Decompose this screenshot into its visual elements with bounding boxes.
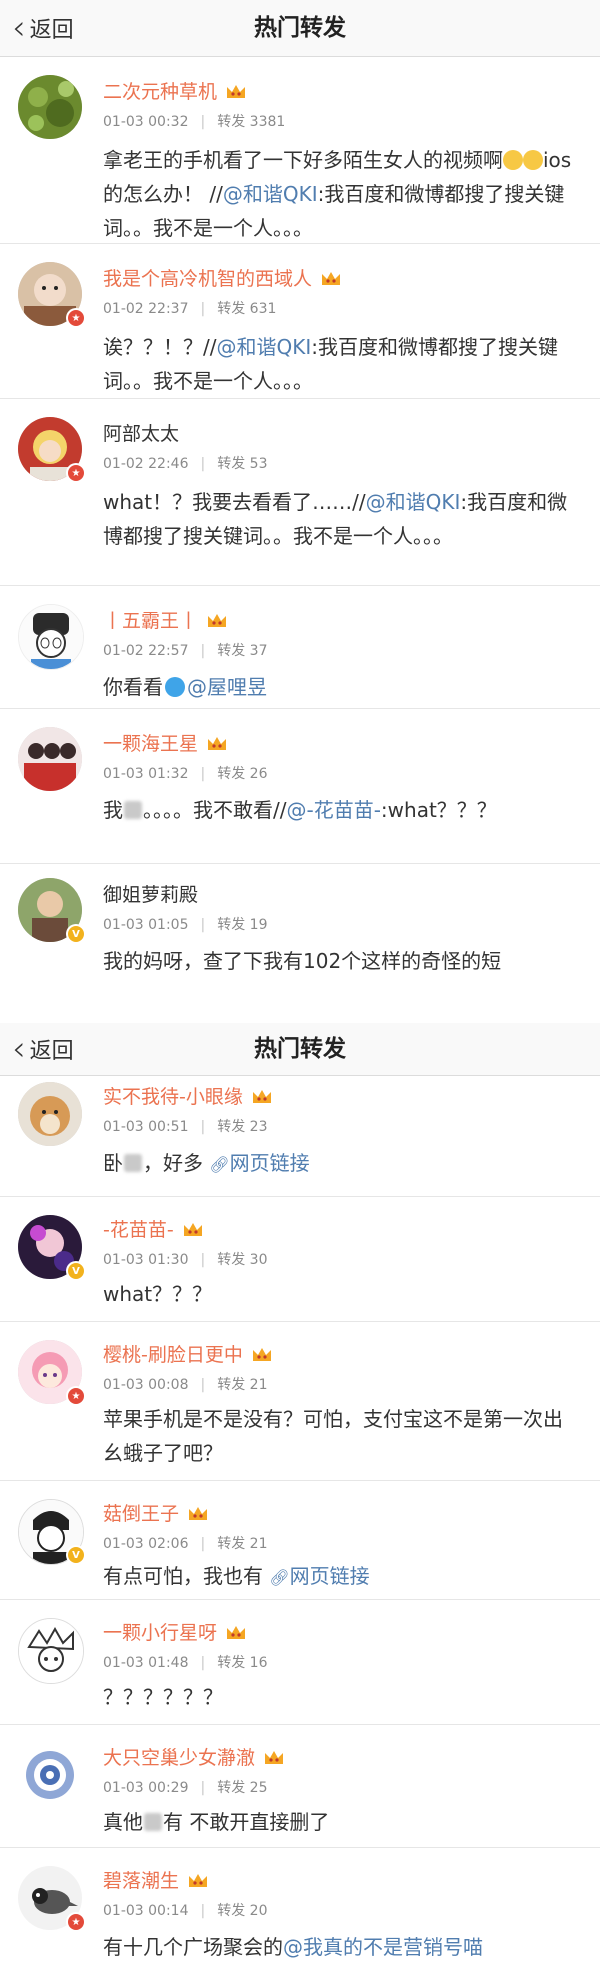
repost-item[interactable]: ★ 阿部太太 01-02 22:46 | 转发 53 what！？我要去看看了……/… bbox=[0, 399, 600, 586]
item-meta: 01-02 22:46 | 转发 53 bbox=[103, 456, 268, 472]
item-meta: 01-03 01:30 | 转发 30 bbox=[103, 1252, 268, 1268]
repost-item[interactable]: 一颗小行星呀 01-03 01:48 | 转发 16 ？？？？？？ bbox=[0, 1600, 600, 1725]
member-crown-icon bbox=[189, 1873, 208, 1887]
repost-item[interactable]: 一颗海王星 01-03 01:32 | 转发 26 我。。。。我不敢看//@-花苗苗… bbox=[0, 709, 600, 864]
repost-text: 拿老王的手机看了一下好多陌生女人的视频啊 ios的怎么办！ //@和谐QKI:我百… bbox=[103, 148, 572, 240]
item-meta: 01-03 01:32 | 转发 26 bbox=[103, 766, 268, 782]
repost-item[interactable]: ★ 我是个高冷机智的西域人 01-02 22:37 | 转发 631 诶？？！？//… bbox=[0, 244, 600, 399]
item-meta: 01-03 02:06 | 转发 21 bbox=[103, 1536, 268, 1552]
verified-icon: ★ bbox=[66, 308, 86, 328]
page-title: 热门转发 bbox=[254, 1036, 346, 1062]
mention-link[interactable]: @和谐QKI bbox=[223, 182, 318, 206]
page-title: 热门转发 bbox=[254, 15, 346, 41]
repost-text: 你看看 @屋哩昱 bbox=[103, 675, 267, 699]
verified-icon: V bbox=[66, 1261, 86, 1281]
link-icon: 🔗︎ bbox=[269, 1568, 290, 1587]
repost-text: 卧，好多 🔗︎网页链接 bbox=[103, 1151, 310, 1175]
username[interactable]: 樱桃-刷脸日更中 bbox=[103, 1340, 243, 1367]
repost-item[interactable]: 实不我待-小眼缘 01-03 00:51 | 转发 23 卧，好多 🔗︎网页链接 bbox=[0, 1076, 600, 1197]
item-meta: 01-02 22:37 | 转发 631 bbox=[103, 301, 277, 317]
username[interactable]: 阿部太太 bbox=[103, 419, 179, 446]
laugh-emoji-icon bbox=[523, 150, 543, 170]
avatar[interactable] bbox=[18, 727, 82, 791]
member-crown-icon bbox=[252, 1089, 271, 1103]
item-meta: 01-03 01:48 | 转发 16 bbox=[103, 1655, 268, 1671]
username[interactable]: 丨五霸王丨 bbox=[103, 606, 198, 633]
mention-link[interactable]: @和谐QKI bbox=[216, 335, 311, 359]
repost-text: 诶？？！？//@和谐QKI:我百度和微博都搜了搜关键词。。我不是一个人。。。 bbox=[103, 335, 558, 393]
username[interactable]: 碧落潮生 bbox=[103, 1866, 179, 1893]
username[interactable]: 我是个高冷机智的西域人 bbox=[103, 264, 312, 291]
item-meta: 01-03 00:08 | 转发 21 bbox=[103, 1377, 268, 1393]
member-crown-icon bbox=[227, 1625, 246, 1639]
username[interactable]: 一颗小行星呀 bbox=[103, 1618, 217, 1645]
repost-item[interactable]: ★ 樱桃-刷脸日更中 01-03 00:08 | 转发 21 苹果手机是不是没有？可… bbox=[0, 1322, 600, 1481]
verified-icon: V bbox=[66, 924, 86, 944]
member-crown-icon bbox=[265, 1750, 284, 1764]
repost-text: 我的妈呀，查了下我有102个这样的奇怪的短 bbox=[103, 949, 502, 973]
nav-bar: ‹ 返回 热门转发 bbox=[0, 1023, 600, 1076]
avatar[interactable] bbox=[18, 1082, 82, 1146]
item-meta: 01-03 00:29 | 转发 25 bbox=[103, 1780, 268, 1796]
item-meta: 01-03 01:05 | 转发 19 bbox=[103, 917, 268, 933]
repost-text: 有十几个广场聚会的@我真的不是营销号喵 bbox=[103, 1935, 483, 1959]
mention-link[interactable]: @-花苗苗- bbox=[286, 798, 380, 822]
repost-item[interactable]: ★ 碧落潮生 01-03 00:14 | 转发 20 有十几个广场聚会的@我真的不是… bbox=[0, 1848, 600, 1971]
screenshot-bottom: ‹ 返回 热门转发 实不我待-小眼缘 01-03 00:51 | 转发 23 卧，好… bbox=[0, 1023, 600, 1971]
username[interactable]: 二次元种草机 bbox=[103, 77, 217, 104]
censored-blur bbox=[144, 1813, 162, 1831]
verified-icon: ★ bbox=[66, 463, 86, 483]
face-emoji-icon bbox=[165, 677, 185, 697]
avatar[interactable] bbox=[18, 1743, 82, 1807]
member-crown-icon bbox=[189, 1506, 208, 1520]
repost-text: what？？？ bbox=[103, 1282, 213, 1306]
mention-link[interactable]: @我真的不是营销号喵 bbox=[283, 1935, 483, 1959]
member-crown-icon bbox=[322, 271, 341, 285]
username[interactable]: 御姐萝莉殿 bbox=[103, 880, 198, 907]
username[interactable]: -花苗苗- bbox=[103, 1215, 174, 1242]
verified-icon: V bbox=[66, 1545, 86, 1565]
repost-text: 有点可怕，我也有 🔗︎网页链接 bbox=[103, 1564, 370, 1588]
verified-icon: ★ bbox=[66, 1386, 86, 1406]
member-crown-icon bbox=[227, 84, 246, 98]
username[interactable]: 大只空巢少女瀞澈 bbox=[103, 1743, 255, 1770]
repost-item[interactable]: 丨五霸王丨 01-02 22:57 | 转发 37 你看看 @屋哩昱 bbox=[0, 586, 600, 709]
member-crown-icon bbox=[183, 1222, 202, 1236]
verified-icon: ★ bbox=[66, 1912, 86, 1932]
username[interactable]: 菇倒王子 bbox=[103, 1499, 179, 1526]
member-crown-icon bbox=[252, 1347, 271, 1361]
repost-item[interactable]: 二次元种草机 01-03 00:32 | 转发 3381 拿老王的手机看了一下好多陌… bbox=[0, 57, 600, 244]
repost-text: 真他有 不敢开直接删了 bbox=[103, 1810, 330, 1834]
member-crown-icon bbox=[208, 736, 227, 750]
item-meta: 01-03 00:32 | 转发 3381 bbox=[103, 114, 286, 130]
screenshot-top: ‹ 返回 热门转发 二次元种草机 01-03 00:32 | 转发 3381 拿老王… bbox=[0, 0, 600, 1023]
repost-text: 我。。。。我不敢看//@-花苗苗-:what？？？ bbox=[103, 798, 497, 822]
nav-bar: ‹ 返回 热门转发 bbox=[0, 0, 600, 57]
member-crown-icon bbox=[208, 613, 227, 627]
mention-link[interactable]: @屋哩昱 bbox=[187, 675, 267, 699]
web-link[interactable]: 网页链接 bbox=[230, 1151, 310, 1175]
link-icon: 🔗︎ bbox=[209, 1155, 230, 1174]
repost-item[interactable]: V -花苗苗- 01-03 01:30 | 转发 30 what？？？ bbox=[0, 1197, 600, 1322]
repost-item[interactable]: V 菇倒王子 01-03 02:06 | 转发 21 有点可怕，我也有 🔗︎网页链接 bbox=[0, 1481, 600, 1600]
censored-blur bbox=[124, 801, 142, 819]
item-meta: 01-03 00:14 | 转发 20 bbox=[103, 1903, 268, 1919]
item-meta: 01-02 22:57 | 转发 37 bbox=[103, 643, 268, 659]
mention-link[interactable]: @和谐QKI bbox=[366, 490, 461, 514]
avatar[interactable] bbox=[18, 75, 82, 139]
web-link[interactable]: 网页链接 bbox=[290, 1564, 370, 1588]
censored-blur bbox=[124, 1154, 142, 1172]
repost-text: ？？？？？？ bbox=[103, 1685, 223, 1709]
repost-item[interactable]: V 御姐萝莉殿 01-03 01:05 | 转发 19 我的妈呀，查了下我有102个… bbox=[0, 864, 600, 1023]
repost-text: what！？我要去看看了……//@和谐QKI:我百度和微博都搜了搜关键词。。我不… bbox=[103, 490, 568, 548]
item-meta: 01-03 00:51 | 转发 23 bbox=[103, 1119, 268, 1135]
repost-text: 苹果手机是不是没有？可怕，支付宝这不是第一次出幺蛾子了吧？ bbox=[103, 1407, 563, 1465]
username[interactable]: 一颗海王星 bbox=[103, 729, 198, 756]
username[interactable]: 实不我待-小眼缘 bbox=[103, 1082, 243, 1109]
avatar[interactable] bbox=[18, 604, 84, 670]
repost-item[interactable]: 大只空巢少女瀞澈 01-03 00:29 | 转发 25 真他有 不敢开直接删了 bbox=[0, 1725, 600, 1848]
laugh-emoji-icon bbox=[503, 150, 523, 170]
avatar[interactable] bbox=[18, 1618, 84, 1684]
